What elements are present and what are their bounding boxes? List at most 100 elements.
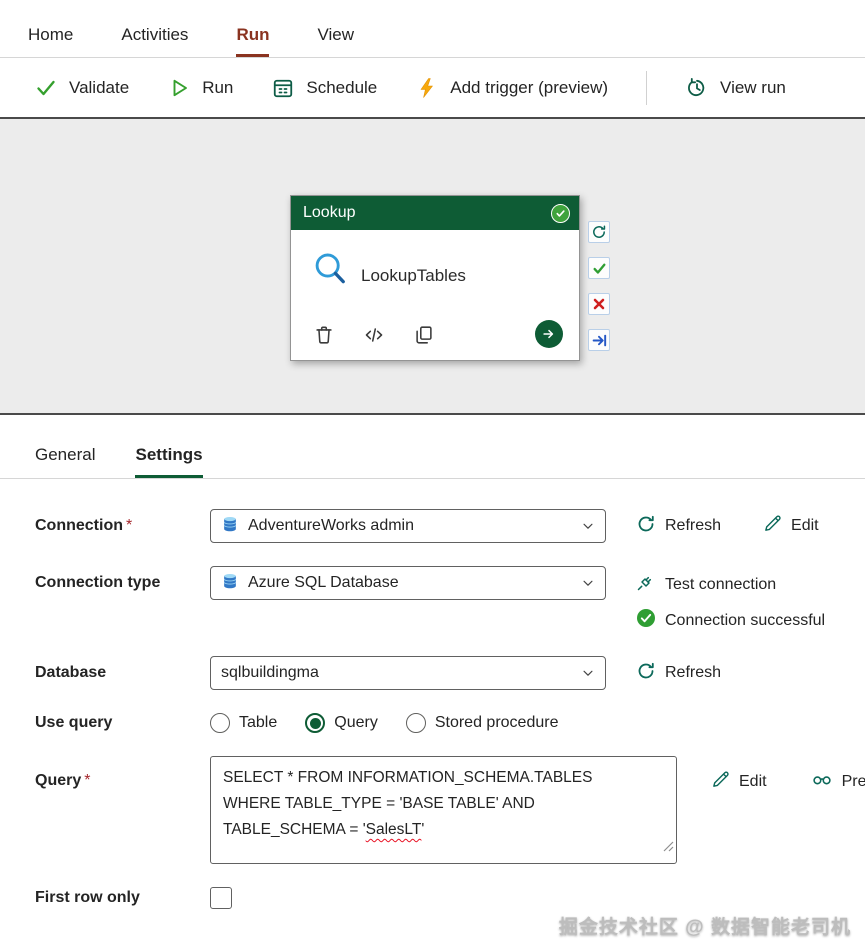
clone-activity-icon[interactable]	[413, 324, 435, 346]
panel-tabs: General Settings	[0, 415, 865, 479]
schedule-button[interactable]: Schedule	[271, 76, 377, 100]
database-row: Database sqlbuildingma Refresh	[35, 656, 865, 690]
use-query-radios: Table Query Stored procedure	[210, 713, 558, 733]
query-edit-button[interactable]: Edit	[711, 768, 767, 795]
query-textarea[interactable]: SELECT * FROM INFORMATION_SCHEMA.TABLES …	[210, 756, 677, 864]
connection-status-label: Connection successful	[665, 612, 825, 630]
add-trigger-label: Add trigger (preview)	[450, 78, 608, 98]
play-icon	[167, 76, 191, 100]
nav-tab-run[interactable]: Run	[236, 25, 269, 57]
query-preview-label: Prev	[842, 773, 865, 791]
radio-query[interactable]: Query	[305, 713, 378, 733]
spellcheck-word: SalesLT	[366, 821, 422, 838]
properties-panel: General Settings Connection* AdventureWo…	[0, 415, 865, 909]
next-activity-button[interactable]	[535, 320, 563, 348]
validate-button[interactable]: Validate	[34, 76, 129, 100]
radio-stored-procedure[interactable]: Stored procedure	[406, 713, 559, 733]
first-row-only-label: First row only	[35, 889, 210, 907]
connection-label: Connection*	[35, 517, 210, 535]
lookup-activity-card[interactable]: Lookup LookupTables	[290, 195, 580, 361]
activity-connector-icons	[588, 221, 610, 351]
required-asterisk: *	[84, 772, 90, 789]
activity-card-body: LookupTables	[291, 230, 579, 360]
database-dropdown[interactable]: sqlbuildingma	[210, 656, 606, 690]
radio-stored-procedure-label: Stored procedure	[435, 714, 559, 732]
connection-type-dropdown[interactable]: Azure SQL Database	[210, 566, 606, 600]
first-row-only-row: First row only	[35, 887, 865, 909]
calendar-icon	[271, 76, 295, 100]
radio-query-label: Query	[334, 714, 378, 732]
sql-database-icon	[221, 572, 239, 595]
edit-label: Edit	[791, 517, 819, 535]
radio-circle	[406, 713, 426, 733]
activity-name: LookupTables	[361, 266, 466, 286]
on-success-connector-icon[interactable]	[588, 257, 610, 279]
query-preview-button[interactable]: Prev	[811, 768, 865, 795]
run-label: Run	[202, 78, 233, 98]
activity-type-label: Lookup	[303, 204, 356, 222]
watermark-text: 掘金技术社区 @ 数据智能老司机	[559, 912, 851, 939]
first-row-only-checkbox[interactable]	[210, 887, 232, 909]
view-runs-label: View run	[720, 78, 786, 98]
sql-database-icon	[221, 515, 239, 538]
refresh-label: Refresh	[665, 517, 721, 535]
on-completion-connector-icon[interactable]	[588, 329, 610, 351]
query-line-2: WHERE TABLE_TYPE = 'BASE TABLE' AND	[223, 791, 664, 817]
pencil-icon	[763, 514, 782, 538]
tab-general[interactable]: General	[35, 445, 95, 478]
connection-test-stack: Test connection Connection successful	[636, 566, 825, 633]
validate-check-icon	[34, 76, 58, 100]
view-runs-button[interactable]: View run	[685, 76, 786, 100]
lightning-icon	[415, 76, 439, 100]
success-check-icon	[636, 608, 656, 633]
use-query-label: Use query	[35, 714, 210, 732]
nav-tab-activities[interactable]: Activities	[121, 25, 188, 57]
on-fail-connector-icon[interactable]	[588, 293, 610, 315]
activity-card-header: Lookup	[291, 196, 579, 230]
chevron-down-icon	[581, 576, 595, 590]
connection-row: Connection* AdventureWorks admin Refres	[35, 509, 865, 543]
radio-table-label: Table	[239, 714, 277, 732]
plug-icon	[636, 572, 656, 597]
pipeline-editor-window: Home Activities Run View Validate Run Sc…	[0, 0, 865, 944]
activity-card-tools	[313, 324, 435, 346]
query-label: Query*	[35, 756, 210, 790]
toolbar-run-button[interactable]: Run	[167, 76, 233, 100]
connection-refresh-button[interactable]: Refresh	[636, 514, 721, 539]
nav-tab-home[interactable]: Home	[28, 25, 73, 57]
refresh-icon	[636, 661, 656, 686]
query-edit-label: Edit	[739, 773, 767, 791]
query-line-3: TABLE_SCHEMA = 'SalesLT'	[223, 817, 664, 843]
on-skip-connector-icon[interactable]	[588, 221, 610, 243]
query-row: Query* SELECT * FROM INFORMATION_SCHEMA.…	[35, 756, 865, 864]
database-refresh-button[interactable]: Refresh	[636, 661, 721, 686]
resize-handle[interactable]	[663, 835, 674, 861]
test-connection-label: Test connection	[665, 576, 776, 594]
connection-type-value: Azure SQL Database	[248, 574, 572, 592]
refresh-label: Refresh	[665, 664, 721, 682]
schedule-label: Schedule	[306, 78, 377, 98]
query-actions: Edit Prev	[711, 756, 865, 795]
add-trigger-button[interactable]: Add trigger (preview)	[415, 76, 608, 100]
database-label: Database	[35, 664, 210, 682]
top-nav: Home Activities Run View	[0, 0, 865, 58]
chevron-down-icon	[581, 666, 595, 680]
connection-edit-button[interactable]: Edit	[763, 514, 819, 538]
test-connection-button[interactable]: Test connection	[636, 572, 825, 597]
delete-activity-icon[interactable]	[313, 324, 335, 346]
glasses-icon	[811, 768, 833, 795]
required-asterisk: *	[126, 517, 132, 534]
connection-type-label: Connection type	[35, 566, 210, 592]
nav-tab-view[interactable]: View	[317, 25, 354, 57]
pencil-icon	[711, 770, 730, 794]
connection-dropdown[interactable]: AdventureWorks admin	[210, 509, 606, 543]
pipeline-canvas[interactable]: Lookup LookupTables	[0, 117, 865, 415]
lookup-search-icon	[311, 250, 351, 295]
radio-table[interactable]: Table	[210, 713, 277, 733]
use-query-row: Use query Table Query Stored procedure	[35, 713, 865, 733]
query-line-1: SELECT * FROM INFORMATION_SCHEMA.TABLES	[223, 765, 664, 791]
activity-success-badge	[551, 204, 570, 223]
radio-circle	[210, 713, 230, 733]
code-view-icon[interactable]	[363, 324, 385, 346]
tab-settings[interactable]: Settings	[135, 445, 202, 478]
